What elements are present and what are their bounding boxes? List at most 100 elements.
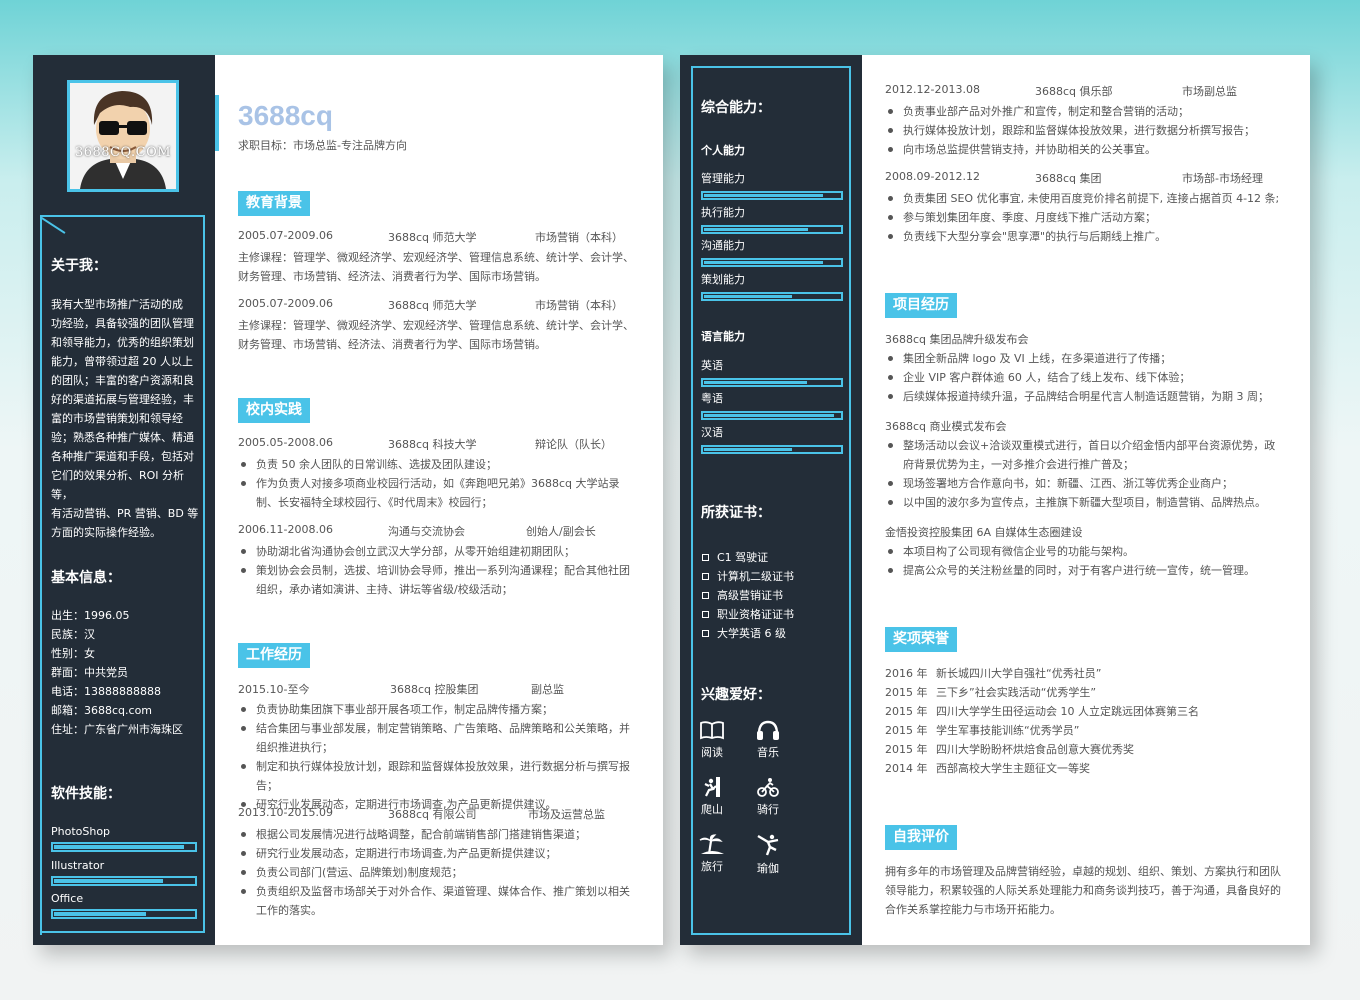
award-item: 2015 年四川大学学生田径运动会 10 人立定跳远团体赛第三名 <box>885 705 1199 718</box>
section-title-self-evaluation: 自我评价 <box>885 825 957 850</box>
hobby-yoga: 瑜伽 <box>748 834 788 876</box>
ability-management: 管理能力 <box>701 170 843 200</box>
avatar-watermark: 3688CQ.COM <box>74 145 172 160</box>
skill-bar <box>51 876 197 886</box>
about-title: 关于我： <box>51 258 107 274</box>
list-item: 负责公司部门(营运、品牌策划)制度规范； <box>238 863 638 882</box>
sidebar-left: 3688CQ.COM 关于我： 我有大型市场推广活动的成 功经验，具备较强的团队… <box>33 55 215 945</box>
about-text: 我有大型市场推广活动的成 功经验，具备较强的团队管理 和领导能力，优秀的组织策划… <box>51 298 199 539</box>
ability-communication: 沟通能力 <box>701 237 843 267</box>
section-title-awards: 奖项荣誉 <box>885 627 957 652</box>
list-item: 制定和执行媒体投放计划，跟踪和监督媒体投放效果，进行数据分析与撰写报告； <box>238 757 638 795</box>
book-icon <box>700 721 724 740</box>
language-english: 英语 <box>701 357 843 387</box>
list-item: 提高公众号的关注粉丝量的同时，对于有客户进行统一宣传，统一管理。 <box>885 561 1285 580</box>
list-item: 参与策划集团年度、季度、月度线下推广活动方案； <box>885 208 1285 227</box>
section-title-work: 工作经历 <box>238 643 310 668</box>
address: 住址：广东省广州市海珠区 <box>51 723 183 736</box>
certificate-item: C1 驾驶证 <box>702 549 768 565</box>
hobby-music: 音乐 <box>748 720 788 760</box>
ability-planning: 策划能力 <box>701 271 843 301</box>
ability-bar <box>701 411 843 420</box>
hobby-reading: 阅读 <box>692 720 732 760</box>
hobby-climbing: 爬山 <box>692 777 732 817</box>
basic-info-list: 出生：1996.05 民族：汉 性别：女 群面：中共党员 电话：13888888… <box>51 606 199 739</box>
ability-bar <box>701 225 843 234</box>
software-title: 软件技能： <box>51 786 121 802</box>
checkbox-icon <box>702 630 709 637</box>
language-cantonese: 粤语 <box>701 390 843 420</box>
section-title-education: 教育背景 <box>238 191 310 216</box>
abilities-title: 综合能力： <box>701 100 771 116</box>
list-item: 集团全新品牌 logo 及 VI 上线，在多渠道进行了传播； <box>885 349 1285 368</box>
language-chinese: 汉语 <box>701 424 843 454</box>
awards-list: 2016 年新长城四川大学自强社“优秀社员” 2015 年三下乡”社会实践活动“… <box>885 664 1285 778</box>
list-item: 作为负责人对接多项商业校园行活动，如《奔跑吧兄弟》3688cq 大学站录制、长安… <box>238 474 638 512</box>
list-item: 结合集团与事业部发展，制定营销策略、广告策略、品牌策略和公关策略，并组织推进执行… <box>238 719 638 757</box>
list-item: 后续媒体报道持续升温，子品牌结合明星代言人制造话题营销，为期 3 周； <box>885 387 1285 406</box>
hobby-cycling: 骑行 <box>748 777 788 817</box>
avatar-illustration <box>70 83 176 189</box>
award-item: 2015 年学生军事技能训练“优秀学员” <box>885 724 1080 737</box>
section-title-projects: 项目经历 <box>885 293 957 318</box>
work-entry: 2012.12-2013.08 3688cq 俱乐部 市场副总监 负责事业部产品… <box>885 83 1285 159</box>
personal-ability-title: 个人能力 <box>701 144 745 157</box>
project-entry: 3688cq 商业模式发布会 整场活动以会议+洽谈双重模式进行，首日以介绍金悟内… <box>885 417 1285 512</box>
award-item: 2014 年西部高校大学生主题征文一等奖 <box>885 762 1090 775</box>
ethnicity: 民族：汉 <box>51 628 95 641</box>
checkbox-icon <box>702 554 709 561</box>
skill-bar <box>51 909 197 919</box>
birth: 出生：1996.05 <box>51 609 130 622</box>
list-item: 负责集团 SEO 优化事宜, 未使用百度竞价排名前提下, 连接占据首页 4-12… <box>885 189 1285 208</box>
skill-illustrator: Illustrator <box>51 859 197 886</box>
work-entry: 2013.10-2015.09 3688cq 有限公司 市场及运营总监 根据公司… <box>238 806 638 920</box>
section-title-campus: 校内实践 <box>238 398 310 423</box>
list-item: 以中国的波尔多为宣传点，主推旗下新疆大型项目，制造营销、品牌热点。 <box>885 493 1285 512</box>
education-entry: 2005.07-2009.06 3688cq 师范大学 市场营销（本科） 主修课… <box>238 297 634 351</box>
ability-bar <box>701 258 843 267</box>
email: 邮箱：3688cq.com <box>51 704 153 717</box>
list-item: 策划协会会员制，选拔、培训协会导师，推出一系列沟通课程；配合其他社团组织，承办诸… <box>238 561 638 599</box>
list-item: 协助湖北省沟通协会创立武汉大学分部，从零开始组建初期团队； <box>238 542 638 561</box>
candidate-name: 3688cq <box>238 100 333 131</box>
ability-bar <box>701 292 843 301</box>
certificates-title: 所获证书： <box>701 505 771 521</box>
checkbox-icon <box>702 573 709 580</box>
certificate-item: 计算机二级证书 <box>702 568 794 584</box>
resume-page-1: 3688CQ.COM 关于我： 我有大型市场推广活动的成 功经验，具备较强的团队… <box>33 55 663 945</box>
checkbox-icon <box>702 592 709 599</box>
campus-entry: 2006.11-2008.06 沟通与交流协会 创始人/副会长 协助湖北省沟通协… <box>238 523 638 599</box>
certificate-item: 职业资格证证书 <box>702 606 794 622</box>
name-accent-bar <box>215 95 219 151</box>
self-evaluation-text: 拥有多年的市场管理及品牌营销经验，卓越的规划、组织、策划、方案执行和团队 领导能… <box>885 865 1281 916</box>
certificate-item: 高级营销证书 <box>702 587 783 603</box>
list-item: 负责事业部产品对外推广和宣传，制定和整合营销的活动； <box>885 102 1285 121</box>
list-item: 负责协助集团旗下事业部开展各项工作，制定品牌传播方案； <box>238 700 638 719</box>
hobby-travel: 旅行 <box>692 834 732 874</box>
list-item: 向市场总监提供营销支持，并协助相关的公关事宜。 <box>885 140 1285 159</box>
education-entry: 2005.07-2009.06 3688cq 师范大学 市场营销（本科） 主修课… <box>238 229 634 283</box>
award-item: 2016 年新长城四川大学自强社“优秀社员” <box>885 667 1102 680</box>
skill-bar <box>51 842 197 852</box>
award-item: 2015 年四川大学盼盼杯烘焙食品创意大赛优秀奖 <box>885 743 1134 756</box>
list-item: 研究行业发展动态，定期进行市场调查,为产品更新提供建议； <box>238 844 638 863</box>
list-item: 负责线下大型分享会"思享潭"的执行与后期线上推广。 <box>885 227 1285 246</box>
ability-execution: 执行能力 <box>701 204 843 234</box>
list-item: 现场签署地方合作意向书，如：新疆、江西、浙江等优秀企业商户； <box>885 474 1285 493</box>
certificate-item: 大学英语 6 级 <box>702 625 786 641</box>
list-item: 根据公司发展情况进行战略调整，配合前端销售部门搭建销售渠道； <box>238 825 638 844</box>
resume-page-2: 综合能力： 个人能力 管理能力 执行能力 沟通能力 策划能力 语言能力 英语 粤… <box>680 55 1310 945</box>
list-item: 整场活动以会议+洽谈双重模式进行，首日以介绍金悟内部平台资源优势，政府背景优势为… <box>885 436 1285 474</box>
list-item: 企业 VIP 客户群体逾 60 人，结合了线上发布、线下体验； <box>885 368 1285 387</box>
list-item: 负责 50 余人团队的日常训练、选拔及团队建设； <box>238 455 638 474</box>
political-status: 群面：中共党员 <box>51 666 128 679</box>
ability-bar <box>701 191 843 200</box>
award-item: 2015 年三下乡”社会实践活动“优秀学生” <box>885 686 1097 699</box>
skill-office: Office <box>51 892 197 919</box>
palm-tree-icon <box>699 834 724 854</box>
yoga-icon <box>757 834 779 856</box>
project-entry: 金悟投资控股集团 6A 自媒体生态圈建设 本项目构了公司现有微信企业号的功能与架… <box>885 523 1285 580</box>
ability-bar <box>701 378 843 387</box>
work-entry: 2015.10-至今 3688cq 控股集团 副总监 负责协助集团旗下事业部开展… <box>238 681 638 814</box>
avatar: 3688CQ.COM <box>67 80 179 192</box>
